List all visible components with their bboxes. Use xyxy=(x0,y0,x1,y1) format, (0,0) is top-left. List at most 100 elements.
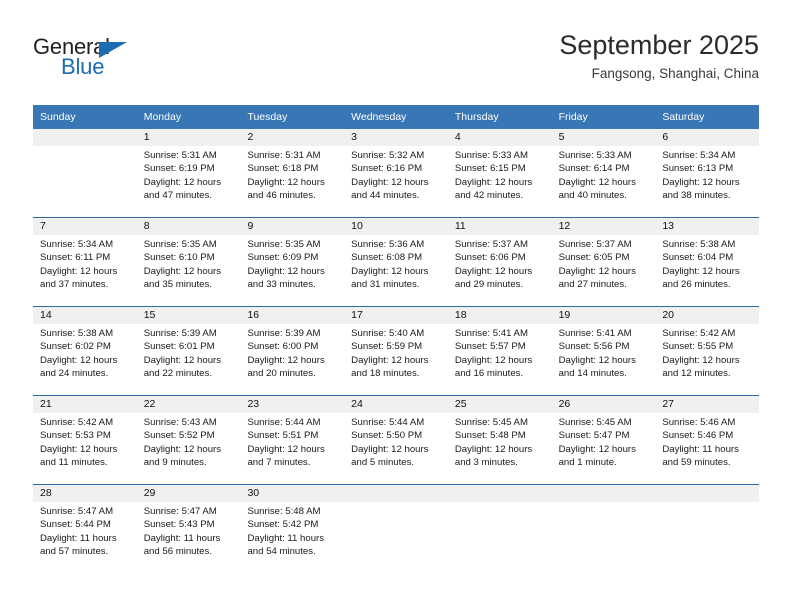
day-details: Sunrise: 5:34 AM Sunset: 6:11 PM Daylight:… xyxy=(33,235,137,292)
sunrise-text: Sunrise: 5:37 AM xyxy=(558,239,632,250)
day-cell[interactable]: 13 Sunrise: 5:38 AM Sunset: 6:04 PM Dayligh… xyxy=(655,218,760,306)
sunrise-text: Sunrise: 5:41 AM xyxy=(454,328,528,339)
daylight-text-line1: Daylight: 11 hours xyxy=(662,443,739,455)
page-header: General Blue September 2025 Fangsong, Sh… xyxy=(33,28,759,92)
day-cell[interactable]: 21 Sunrise: 5:42 AM Sunset: 5:53 PM Dayligh… xyxy=(33,396,137,484)
day-cell[interactable]: 10 Sunrise: 5:36 AM Sunset: 6:08 PM Dayligh… xyxy=(344,218,448,306)
day-number: 20 xyxy=(655,307,760,324)
day-cell[interactable]: 15 Sunrise: 5:39 AM Sunset: 6:01 PM Dayligh… xyxy=(136,307,241,395)
sunset-text: Sunset: 5:59 PM xyxy=(351,341,423,353)
sunset-text: Sunset: 5:55 PM xyxy=(662,341,734,353)
daylight-text-line1: Daylight: 12 hours xyxy=(454,176,533,188)
day-details: Sunrise: 5:32 AM Sunset: 6:16 PM Daylight:… xyxy=(344,146,448,203)
day-cell[interactable]: 7 Sunrise: 5:34 AM Sunset: 6:11 PM Daylight… xyxy=(33,218,137,306)
day-details: Sunrise: 5:39 AM Sunset: 6:01 PM Daylight:… xyxy=(136,324,241,381)
day-cell[interactable]: 29 Sunrise: 5:47 AM Sunset: 5:43 PM Dayligh… xyxy=(136,485,241,573)
day-cell[interactable]: 28 Sunrise: 5:47 AM Sunset: 5:44 PM Dayligh… xyxy=(33,485,137,573)
sunset-text: Sunset: 6:00 PM xyxy=(247,341,319,353)
sunrise-text: Sunrise: 5:44 AM xyxy=(247,417,321,428)
day-cell[interactable]: 22 Sunrise: 5:43 AM Sunset: 5:52 PM Dayligh… xyxy=(136,396,241,484)
daylight-text-line1: Daylight: 12 hours xyxy=(143,354,222,366)
day-number: 30 xyxy=(240,485,345,502)
day-number: 15 xyxy=(136,307,241,324)
day-cell[interactable]: 30 Sunrise: 5:48 AM Sunset: 5:42 PM Dayligh… xyxy=(240,485,345,573)
sunset-text: Sunset: 6:06 PM xyxy=(454,252,526,264)
daylight-text-line1: Daylight: 12 hours xyxy=(454,354,533,366)
sunset-text: Sunset: 5:42 PM xyxy=(247,519,319,531)
day-cell[interactable]: 11 Sunrise: 5:37 AM Sunset: 6:06 PM Dayligh… xyxy=(447,218,552,306)
daylight-text-line2: and 37 minutes. xyxy=(40,279,109,291)
day-cell[interactable]: 16 Sunrise: 5:39 AM Sunset: 6:00 PM Dayligh… xyxy=(240,307,345,395)
day-details: Sunrise: 5:35 AM Sunset: 6:10 PM Daylight:… xyxy=(136,235,241,292)
daylight-text-line1: Daylight: 12 hours xyxy=(351,354,429,366)
day-cell[interactable]: 5 Sunrise: 5:33 AM Sunset: 6:14 PM Daylight… xyxy=(551,129,656,217)
weekday-header-wednesday: Wednesday xyxy=(351,111,407,123)
daylight-text-line2: and 27 minutes. xyxy=(558,279,627,291)
day-cell[interactable]: 9 Sunrise: 5:35 AM Sunset: 6:09 PM Daylight… xyxy=(240,218,345,306)
day-cell[interactable]: 14 Sunrise: 5:38 AM Sunset: 6:02 PM Dayligh… xyxy=(33,307,137,395)
day-details: Sunrise: 5:40 AM Sunset: 5:59 PM Daylight:… xyxy=(344,324,448,381)
sunrise-text: Sunrise: 5:46 AM xyxy=(662,417,736,428)
calendar-weeks: 1 Sunrise: 5:31 AM Sunset: 6:19 PM Daylight… xyxy=(33,129,760,573)
sunset-text: Sunset: 6:15 PM xyxy=(454,163,526,175)
title-block: September 2025 Fangsong, Shanghai, China xyxy=(559,28,759,84)
day-number: 19 xyxy=(551,307,656,324)
daylight-text-line1: Daylight: 12 hours xyxy=(247,265,325,277)
day-cell[interactable]: 19 Sunrise: 5:41 AM Sunset: 5:56 PM Dayligh… xyxy=(551,307,656,395)
day-cell[interactable]: 2 Sunrise: 5:31 AM Sunset: 6:18 PM Daylight… xyxy=(240,129,345,217)
daylight-text-line2: and 33 minutes. xyxy=(247,279,316,291)
day-details: Sunrise: 5:47 AM Sunset: 5:43 PM Daylight:… xyxy=(136,502,241,559)
day-cell[interactable]: 18 Sunrise: 5:41 AM Sunset: 5:57 PM Dayligh… xyxy=(447,307,552,395)
day-cell[interactable]: 24 Sunrise: 5:44 AM Sunset: 5:50 PM Dayligh… xyxy=(344,396,448,484)
calendar-week-row: 7 Sunrise: 5:34 AM Sunset: 6:11 PM Daylight… xyxy=(33,217,760,306)
daylight-text-line2: and 1 minute. xyxy=(558,457,617,469)
weekday-header-row: Sunday Monday Tuesday Wednesday Thursday… xyxy=(33,105,759,129)
day-cell[interactable]: 25 Sunrise: 5:45 AM Sunset: 5:48 PM Dayligh… xyxy=(447,396,552,484)
sunrise-text: Sunrise: 5:34 AM xyxy=(662,150,736,161)
day-cell[interactable]: 17 Sunrise: 5:40 AM Sunset: 5:59 PM Dayligh… xyxy=(344,307,448,395)
daylight-text-line2: and 12 minutes. xyxy=(662,368,731,380)
daylight-text-line2: and 26 minutes. xyxy=(662,279,731,291)
day-cell[interactable]: 23 Sunrise: 5:44 AM Sunset: 5:51 PM Dayligh… xyxy=(240,396,345,484)
daylight-text-line1: Daylight: 12 hours xyxy=(662,176,740,188)
daylight-text-line2: and 31 minutes. xyxy=(351,279,420,291)
sunrise-text: Sunrise: 5:41 AM xyxy=(558,328,632,339)
daylight-text-line1: Daylight: 12 hours xyxy=(558,443,636,455)
day-cell[interactable]: 27 Sunrise: 5:46 AM Sunset: 5:46 PM Dayligh… xyxy=(655,396,760,484)
sunset-text: Sunset: 5:43 PM xyxy=(143,519,215,531)
day-details: Sunrise: 5:48 AM Sunset: 5:42 PM Daylight:… xyxy=(240,502,345,559)
day-number: 10 xyxy=(344,218,448,235)
daylight-text-line1: Daylight: 12 hours xyxy=(662,354,740,366)
daylight-text-line1: Daylight: 12 hours xyxy=(558,354,636,366)
sunrise-text: Sunrise: 5:48 AM xyxy=(247,506,321,517)
sunset-text: Sunset: 5:44 PM xyxy=(40,519,111,531)
weekday-header-tuesday: Tuesday xyxy=(247,111,288,123)
calendar-week-row: 28 Sunrise: 5:47 AM Sunset: 5:44 PM Dayligh… xyxy=(33,484,760,573)
daylight-text-line1: Daylight: 12 hours xyxy=(143,176,222,188)
day-cell[interactable]: 20 Sunrise: 5:42 AM Sunset: 5:55 PM Dayligh… xyxy=(655,307,760,395)
day-cell[interactable]: 26 Sunrise: 5:45 AM Sunset: 5:47 PM Dayligh… xyxy=(551,396,656,484)
day-number: 4 xyxy=(447,129,552,146)
daylight-text-line2: and 24 minutes. xyxy=(40,368,109,380)
day-cell[interactable]: 12 Sunrise: 5:37 AM Sunset: 6:05 PM Dayligh… xyxy=(551,218,656,306)
day-cell[interactable]: 8 Sunrise: 5:35 AM Sunset: 6:10 PM Daylight… xyxy=(136,218,241,306)
sunset-text: Sunset: 5:56 PM xyxy=(558,341,630,353)
day-cell[interactable]: 3 Sunrise: 5:32 AM Sunset: 6:16 PM Daylight… xyxy=(344,129,448,217)
sunset-text: Sunset: 6:08 PM xyxy=(351,252,423,264)
day-number: 9 xyxy=(240,218,345,235)
daylight-text-line1: Daylight: 12 hours xyxy=(454,265,533,277)
day-cell[interactable]: 6 Sunrise: 5:34 AM Sunset: 6:13 PM Daylight… xyxy=(655,129,760,217)
day-details: Sunrise: 5:38 AM Sunset: 6:04 PM Daylight:… xyxy=(655,235,760,292)
day-cell[interactable]: 4 Sunrise: 5:33 AM Sunset: 6:15 PM Daylight… xyxy=(447,129,552,217)
sunrise-text: Sunrise: 5:45 AM xyxy=(558,417,632,428)
daylight-text-line2: and 56 minutes. xyxy=(143,546,212,558)
day-details: Sunrise: 5:45 AM Sunset: 5:48 PM Daylight:… xyxy=(447,413,552,470)
weekday-header-thursday: Thursday xyxy=(454,111,499,123)
daylight-text-line1: Daylight: 12 hours xyxy=(558,176,636,188)
sunset-text: Sunset: 5:52 PM xyxy=(143,430,215,442)
day-details: Sunrise: 5:37 AM Sunset: 6:06 PM Daylight:… xyxy=(447,235,552,292)
day-number: 27 xyxy=(655,396,760,413)
day-cell[interactable]: 1 Sunrise: 5:31 AM Sunset: 6:19 PM Daylight… xyxy=(136,129,241,217)
daylight-text-line2: and 57 minutes. xyxy=(40,546,109,558)
day-number: 3 xyxy=(344,129,448,146)
